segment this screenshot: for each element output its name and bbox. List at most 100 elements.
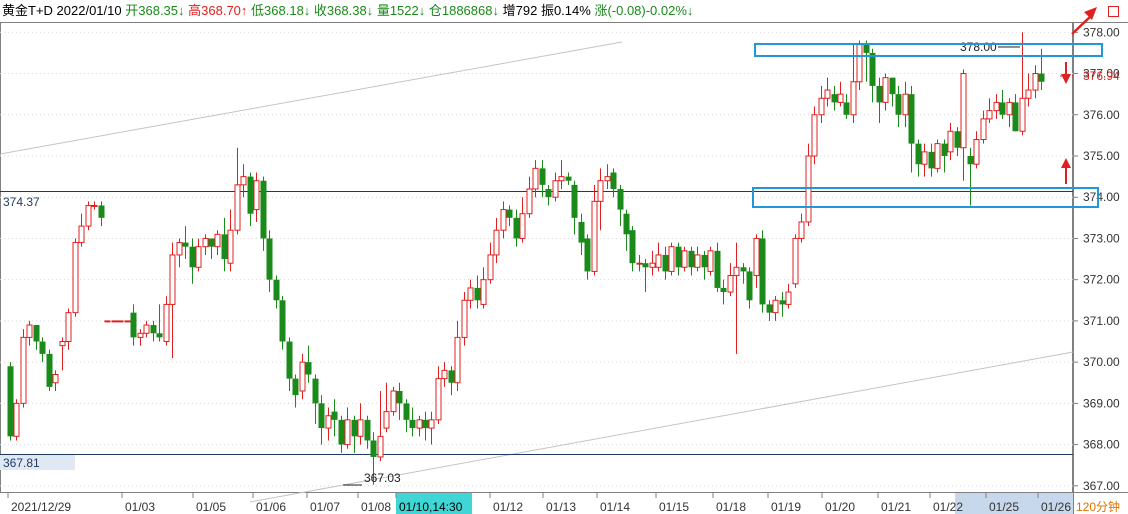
candle-body-up	[818, 97, 825, 116]
x-tick-label: 01/18	[716, 500, 746, 514]
candle-body-up	[72, 242, 79, 314]
y-tick-label: 378.00	[1083, 25, 1120, 39]
candle-body-down	[578, 221, 585, 243]
candle-body-down	[331, 411, 338, 420]
candle-body-up	[357, 419, 364, 437]
candle-body-up	[214, 233, 221, 248]
candle-body-down	[208, 238, 215, 247]
candle-body-down	[746, 271, 753, 301]
candle-body-up	[792, 237, 799, 285]
candle-body-down	[370, 440, 377, 457]
candle-body-up	[117, 320, 124, 323]
candle-body-up	[934, 143, 941, 169]
level-label-lower: 367.81	[3, 456, 40, 470]
y-tick-label: 367.00	[1083, 479, 1120, 493]
candle-body-up	[59, 341, 66, 347]
y-tick-label: 375.00	[1083, 149, 1120, 163]
resistance-box	[754, 43, 1103, 57]
candle-body-down	[150, 325, 157, 334]
candle-body-up	[137, 332, 144, 338]
candle-body-down	[869, 52, 876, 86]
candle-body-up	[986, 110, 993, 120]
candle-body-up	[519, 213, 526, 239]
candle-body-down	[338, 419, 345, 445]
candle-body-up	[78, 225, 85, 244]
candle-body-up	[435, 378, 442, 421]
candle-body-down	[182, 242, 189, 247]
candle-body-up	[176, 242, 183, 256]
y-tick-label: 372.00	[1083, 273, 1120, 287]
x-tick-label: 01/14	[600, 500, 630, 514]
candle-body-down	[189, 246, 196, 268]
candle-body-up	[532, 167, 539, 190]
candle-body-up	[902, 93, 909, 116]
candle-body-down	[928, 151, 935, 169]
y-tick-label: 368.00	[1083, 438, 1120, 452]
x-tick-label: 2021/12/29	[11, 500, 71, 514]
candle-body-up	[727, 275, 734, 293]
candle-body-up	[1019, 97, 1026, 132]
candle-body-up	[753, 237, 760, 277]
candle-body-down	[403, 403, 410, 420]
down-arrow-head	[1061, 74, 1071, 84]
candle-body-up	[604, 176, 611, 182]
candle-body-down	[610, 172, 617, 189]
x-tick-label: 01/07	[310, 500, 340, 514]
candle-body-up	[65, 312, 72, 343]
candle-body-up	[980, 118, 987, 140]
candle-body-down	[629, 230, 636, 264]
candle-body-up	[681, 250, 688, 268]
candle-body-up	[973, 139, 980, 165]
candle-body-down	[409, 419, 416, 429]
candle-body-up	[960, 73, 967, 149]
candle-body-up	[253, 180, 260, 211]
candlestick-chart[interactable]: 378.00377.00376.00375.00374.00373.00372.…	[0, 0, 1128, 514]
candle-body-up	[993, 101, 1000, 112]
x-tick-label: 01/26	[1041, 500, 1071, 514]
candle-body-up	[377, 435, 384, 458]
candle-body-up	[707, 250, 714, 272]
candle-body-up	[947, 130, 954, 153]
candle-body-down	[448, 370, 455, 383]
candle-body-up	[668, 246, 675, 272]
candle-body-up	[850, 81, 857, 116]
x-tick-label: 01/05	[196, 500, 226, 514]
candle-body-up	[85, 204, 92, 227]
candle-body-down	[33, 325, 40, 342]
candle-body-up	[798, 221, 805, 239]
candle-body-up	[227, 229, 234, 264]
candle-body-up	[882, 77, 889, 103]
level-label-upper: 374.37	[3, 195, 40, 209]
candle-body-up	[428, 419, 435, 429]
candle-body-down	[351, 419, 358, 437]
candle-body-down	[247, 176, 254, 214]
candle-body-down	[39, 341, 46, 354]
candle-body-up	[785, 291, 792, 305]
candle-body-up	[13, 402, 20, 437]
candle-body-down	[759, 238, 766, 305]
candle-body-up	[824, 89, 831, 99]
candle-body-down	[221, 234, 228, 260]
candle-body-down	[720, 287, 727, 293]
candle-body-down	[584, 238, 591, 272]
maximize-icon[interactable]	[1108, 6, 1119, 17]
candle-body-down	[876, 85, 883, 103]
candle-body-up	[461, 299, 468, 338]
candle-body-down	[688, 250, 695, 268]
candle-body-down	[260, 180, 267, 239]
candle-body-down	[273, 279, 280, 301]
candle-body-down	[292, 378, 299, 396]
candle-body-down	[623, 213, 630, 235]
candle-body-up	[325, 415, 332, 429]
candle-body-up	[921, 151, 928, 165]
candle-body-up	[467, 287, 474, 301]
candle-body-down	[7, 366, 14, 437]
candle-body-down	[130, 312, 137, 338]
candle-body-down	[779, 300, 786, 305]
candle-body-down	[740, 267, 747, 272]
candle-body-down	[831, 94, 838, 103]
trendline-upper	[0, 41, 623, 155]
candle-body-down	[156, 333, 163, 338]
x-tick-label: 01/22	[933, 500, 963, 514]
candle-body-down	[889, 77, 896, 95]
